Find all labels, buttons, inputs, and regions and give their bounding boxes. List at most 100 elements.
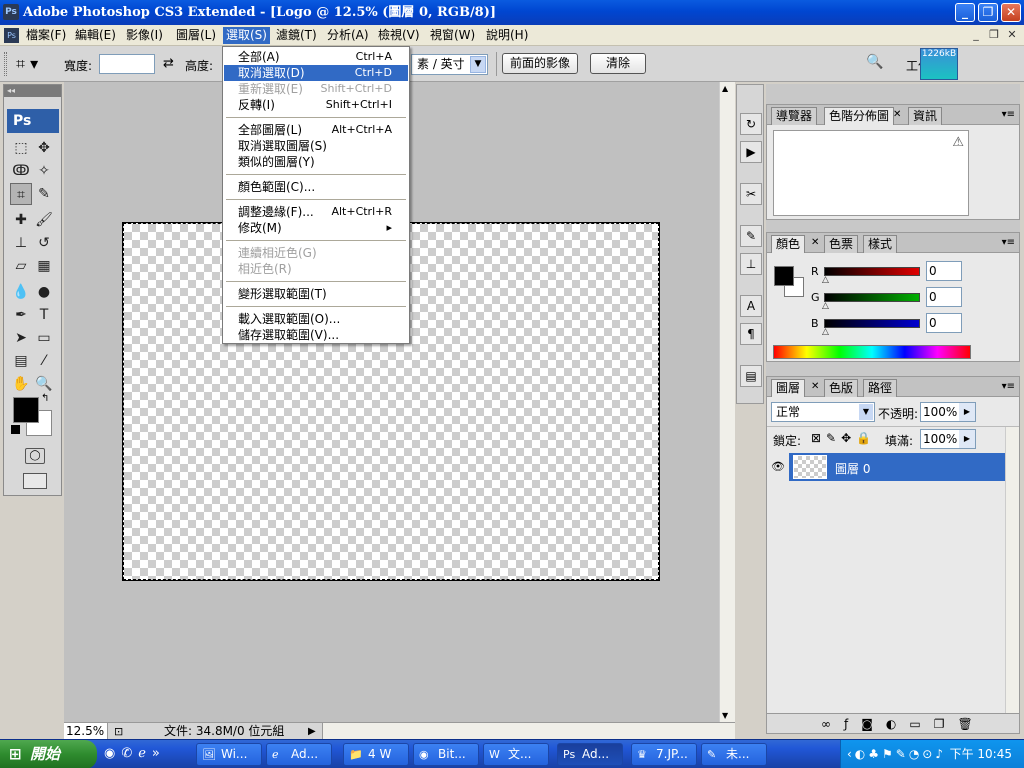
paragraph-icon[interactable]: ¶	[740, 323, 762, 345]
doc-minimize-icon[interactable]: _	[968, 28, 984, 42]
taskbar-button[interactable]: ✎ 未...	[701, 743, 767, 766]
slider-thumb-icon[interactable]: △	[822, 327, 829, 337]
layer-comps-icon[interactable]: ▤	[740, 365, 762, 387]
history-brush-tool-icon[interactable]: ↺	[33, 232, 55, 254]
clock[interactable]: 下午 10:45	[950, 740, 1012, 768]
taskbar-button[interactable]: Ps Ad...	[557, 743, 623, 766]
fill-slider-arrow-icon[interactable]: ▶	[959, 430, 975, 448]
taskbar-button[interactable]: ◉ Bit...	[413, 743, 479, 766]
menu-image[interactable]: 影像(I)	[123, 27, 166, 44]
move-tool-icon[interactable]: ✥	[33, 137, 55, 159]
channel-slider[interactable]	[824, 319, 920, 328]
menu-select[interactable]: 選取(S)	[223, 27, 270, 44]
memory-indicator[interactable]: 1226kB	[920, 48, 958, 80]
tray-icons[interactable]: ‹◐♣⚑✎◔⊙♪	[847, 740, 946, 768]
doc-close-icon[interactable]: ✕	[1004, 28, 1020, 42]
zoom-level[interactable]: 12.5%	[64, 723, 108, 739]
opacity-input[interactable]: 100% ▶	[920, 402, 976, 422]
blend-mode-select[interactable]: 正常 ▼	[771, 402, 875, 422]
scroll-up-icon[interactable]: ▲	[722, 84, 728, 93]
magic-wand-tool-icon[interactable]: ✧	[33, 160, 55, 182]
eraser-tool-icon[interactable]: ▱	[10, 255, 32, 277]
menu-item[interactable]: 全部(A) Ctrl+A	[224, 49, 408, 65]
clear-button[interactable]: 清除	[590, 53, 646, 74]
restore-button[interactable]: ❐	[978, 3, 998, 22]
panel-menu-icon[interactable]: ▾≡	[1002, 109, 1015, 120]
channel-value-input[interactable]: 0	[926, 287, 962, 307]
menu-item[interactable]: 類似的圖層(Y)	[224, 154, 408, 170]
tool-presets-icon[interactable]: ✂	[740, 183, 762, 205]
swap-dimensions-icon[interactable]: ⇄	[163, 56, 174, 71]
menu-filter[interactable]: 濾鏡(T)	[273, 27, 320, 44]
tab-channels[interactable]: 色版	[824, 379, 859, 397]
vertical-scrollbar[interactable]: ▲ ▼	[719, 82, 735, 722]
panel-menu-icon[interactable]: ▾≡	[1002, 381, 1015, 392]
menu-item[interactable]: 載入選取範圍(O)...	[224, 311, 408, 327]
menu-item[interactable]: 全部圖層(L) Alt+Ctrl+A	[224, 122, 408, 138]
brushes-icon[interactable]: ✎	[740, 225, 762, 247]
pen-tool-icon[interactable]: ✒	[10, 304, 32, 326]
link-layers-icon[interactable]: ∞	[821, 717, 844, 731]
close-tab-icon[interactable]: ✕	[811, 237, 819, 248]
menu-window[interactable]: 視窗(W)	[427, 27, 478, 44]
hand-tool-icon[interactable]: ✋	[10, 373, 32, 395]
slider-thumb-icon[interactable]: △	[822, 301, 829, 311]
mask-icon[interactable]: ◙	[861, 717, 886, 731]
brush-tool-icon[interactable]: 🖌	[33, 209, 55, 231]
resolution-unit-select[interactable]: 素 / 英寸 ▼	[411, 54, 488, 75]
rectangle-tool-icon[interactable]: ▭	[33, 327, 55, 349]
menu-item[interactable]: 反轉(I) Shift+Ctrl+I	[224, 97, 408, 113]
channel-value-input[interactable]: 0	[926, 261, 962, 281]
horizontal-scrollbar[interactable]	[322, 723, 735, 739]
tab-info[interactable]: 資訊	[908, 107, 943, 125]
slider-thumb-icon[interactable]: △	[822, 275, 829, 285]
tab-color[interactable]: 顏色	[771, 235, 806, 253]
tab-paths[interactable]: 路徑	[863, 379, 898, 397]
menu-item[interactable]: 取消選取(D) Ctrl+D	[224, 65, 408, 81]
gradient-tool-icon[interactable]: ▦	[33, 255, 55, 277]
lock-icons[interactable]: ⊠✎✥🔒	[811, 431, 876, 445]
taskbar-button[interactable]: 📁 4 W	[343, 743, 409, 766]
eye-icon[interactable]: 👁	[767, 453, 789, 481]
menu-item[interactable]: 儲存選取範圍(V)...	[224, 327, 408, 343]
default-colors-icon[interactable]	[11, 425, 20, 434]
menu-view[interactable]: 檢視(V)	[375, 27, 423, 44]
trash-icon[interactable]: 🗑	[957, 717, 985, 731]
menu-analysis[interactable]: 分析(A)	[324, 27, 372, 44]
new-group-icon[interactable]: ▭	[909, 717, 933, 731]
minimize-button[interactable]: _	[955, 3, 975, 22]
tab-swatches[interactable]: 色票	[824, 235, 859, 253]
slice-tool-icon[interactable]: ✎	[33, 183, 55, 205]
channel-value-input[interactable]: 0	[926, 313, 962, 333]
swap-colors-icon[interactable]: ↰	[41, 393, 49, 404]
crop-tool-icon[interactable]: ⌗	[10, 183, 32, 205]
photoshop-logo[interactable]: Ps	[7, 109, 59, 133]
taskbar-button[interactable]: W 文...	[483, 743, 549, 766]
color-spectrum-bar[interactable]	[773, 345, 971, 359]
menu-item[interactable]: 取消選取圖層(S)	[224, 138, 408, 154]
color-fg-swatch[interactable]	[774, 266, 794, 286]
menu-item[interactable]: 修改(M) ▸	[224, 220, 408, 236]
layer-name[interactable]: 圖層 0	[835, 460, 870, 477]
eyedropper-tool-icon[interactable]: ⁄	[33, 350, 55, 372]
opacity-slider-arrow-icon[interactable]: ▶	[959, 403, 975, 421]
crop-tool-preset-icon[interactable]: ⌗ ▾	[16, 54, 48, 74]
front-image-button[interactable]: 前面的影像	[502, 53, 578, 74]
taskbar-button[interactable]: 🖼 Wi...	[196, 743, 262, 766]
close-tab-icon[interactable]: ✕	[893, 109, 901, 120]
menu-edit[interactable]: 編輯(E)	[72, 27, 119, 44]
fill-input[interactable]: 100% ▶	[920, 429, 976, 449]
channel-slider[interactable]	[824, 293, 920, 302]
panel-menu-icon[interactable]: ▾≡	[1002, 237, 1015, 248]
quick-mask-icon[interactable]: ◯	[25, 448, 45, 464]
document-icon[interactable]: Ps	[4, 28, 19, 43]
actions-icon[interactable]: ▶	[740, 141, 762, 163]
clone-stamp-tool-icon[interactable]: ⊥	[10, 232, 32, 254]
screen-mode-icon[interactable]	[23, 473, 47, 489]
adjustment-layer-icon[interactable]: ◐	[886, 717, 909, 731]
close-button[interactable]: ✕	[1001, 3, 1021, 22]
lasso-tool-icon[interactable]: ↂ	[10, 160, 32, 182]
history-icon[interactable]: ↻	[740, 113, 762, 135]
fx-icon[interactable]: ƒ	[844, 717, 861, 731]
warning-icon[interactable]: ⚠	[952, 135, 964, 150]
